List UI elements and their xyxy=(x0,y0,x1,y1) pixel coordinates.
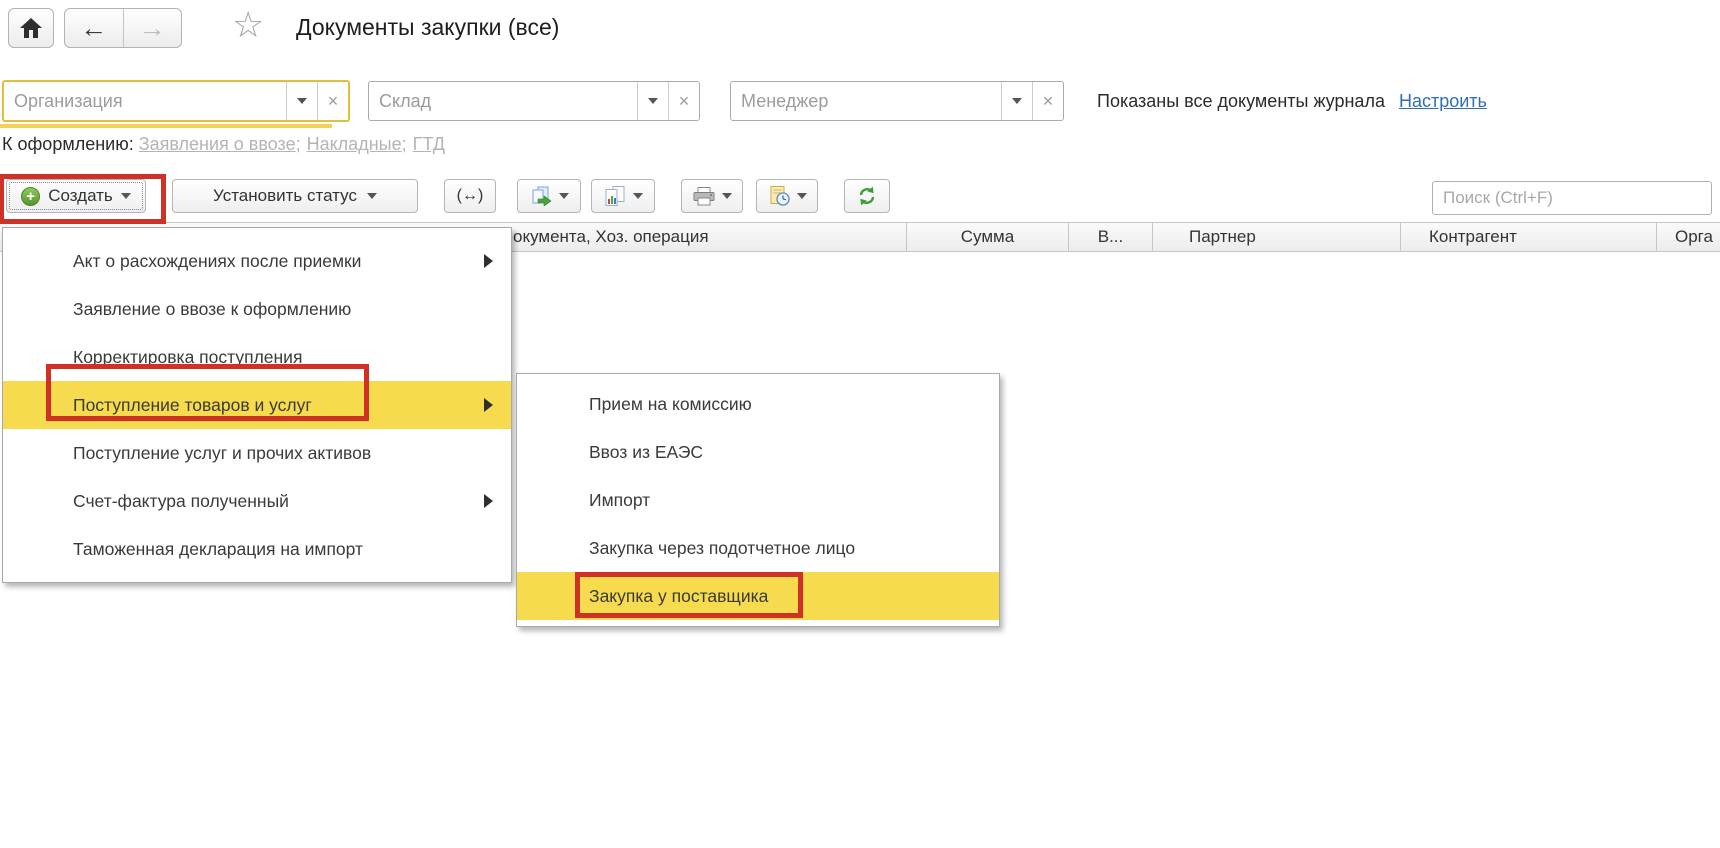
pending-row: К оформлению: Заявления о ввозе; Накладн… xyxy=(2,131,445,157)
history-nav-group: ← → xyxy=(64,8,182,48)
menu-item-label: Таможенная декларация на импорт xyxy=(73,539,363,560)
menu-item-label: Поступление услуг и прочих активов xyxy=(73,443,371,464)
refresh-button[interactable] xyxy=(844,179,890,213)
separator: ; xyxy=(296,134,301,155)
menu-item-label: Счет-фактура полученный xyxy=(73,491,289,512)
manager-dropdown-button[interactable] xyxy=(1001,82,1032,120)
chevron-down-icon xyxy=(797,193,807,199)
column-header-contractor[interactable]: Контрагент xyxy=(1401,223,1657,251)
menu-item-label: Корректировка поступления xyxy=(73,347,302,368)
chevron-down-icon xyxy=(1012,98,1022,104)
menu-item-services-other-assets[interactable]: Поступление услуг и прочих активов xyxy=(3,429,511,477)
submenu-item-import[interactable]: Импорт xyxy=(517,476,999,524)
column-header-partner[interactable]: Партнер xyxy=(1153,223,1401,251)
submenu-item-accountable-person[interactable]: Закупка через подотчетное лицо xyxy=(517,524,999,572)
journal-status: Показаны все документы журнала Настроить xyxy=(1097,81,1487,121)
forward-button[interactable]: → xyxy=(123,9,181,47)
create-based-on-button[interactable] xyxy=(517,179,581,213)
separator: ; xyxy=(402,134,407,155)
chevron-down-icon xyxy=(633,193,643,199)
menu-item-label: Закупка у поставщика xyxy=(589,586,768,607)
home-icon xyxy=(20,18,42,38)
favorite-star-icon[interactable]: ☆ xyxy=(232,4,264,46)
pending-link-gtd[interactable]: ГТД xyxy=(413,134,445,155)
submenu-item-eaeu-import[interactable]: Ввоз из ЕАЭС xyxy=(517,428,999,476)
create-menu: Акт о расхождениях после приемки Заявлен… xyxy=(2,227,512,583)
column-header-organization[interactable]: Орга xyxy=(1657,223,1720,251)
chevron-down-icon xyxy=(559,193,569,199)
manager-clear-button[interactable]: × xyxy=(1032,82,1063,120)
menu-item-discrepancy-act[interactable]: Акт о расхождениях после приемки xyxy=(3,237,511,285)
menu-item-label: Закупка через подотчетное лицо xyxy=(589,538,855,559)
submenu-arrow-icon xyxy=(484,254,493,268)
menu-item-customs-declaration[interactable]: Таможенная декларация на импорт xyxy=(3,525,511,573)
menu-item-label: Импорт xyxy=(589,490,650,511)
printer-icon xyxy=(693,187,715,206)
period-interval-icon: (↔) xyxy=(457,187,484,205)
plus-icon: + xyxy=(21,187,40,206)
clear-icon: × xyxy=(328,92,339,110)
reports-icon xyxy=(604,186,626,206)
manager-placeholder[interactable]: Менеджер xyxy=(731,82,1001,120)
create-submenu: Прием на комиссию Ввоз из ЕАЭС Импорт За… xyxy=(516,373,1000,627)
journal-status-text: Показаны все документы журнала xyxy=(1097,91,1385,112)
menu-item-goods-services-receipt[interactable]: Поступление товаров и услуг xyxy=(3,381,511,429)
menu-item-label: Ввоз из ЕАЭС xyxy=(589,442,703,463)
warehouse-filter[interactable]: Склад × xyxy=(368,81,700,121)
clear-icon: × xyxy=(1043,92,1054,110)
organization-dropdown-button[interactable] xyxy=(286,82,317,120)
organization-clear-button[interactable]: × xyxy=(317,82,348,120)
organization-filter[interactable]: Организация × xyxy=(2,80,350,122)
search-box xyxy=(1432,181,1712,215)
menu-item-invoice-received[interactable]: Счет-фактура полученный xyxy=(3,477,511,525)
manager-filter[interactable]: Менеджер × xyxy=(730,81,1064,121)
page-title: Документы закупки (все) xyxy=(296,14,559,41)
home-button[interactable] xyxy=(8,8,54,48)
column-header-sum[interactable]: Сумма xyxy=(907,223,1069,251)
back-button[interactable]: ← xyxy=(65,9,123,47)
focus-underline xyxy=(0,124,332,128)
menu-item-label: Прием на комиссию xyxy=(589,394,752,415)
chevron-down-icon xyxy=(722,193,732,199)
warehouse-clear-button[interactable]: × xyxy=(668,82,699,120)
chevron-down-icon xyxy=(121,193,131,199)
submenu-item-commission[interactable]: Прием на комиссию xyxy=(517,380,999,428)
menu-item-label: Акт о расхождениях после приемки xyxy=(73,251,361,272)
menu-item-receipt-correction[interactable]: Корректировка поступления xyxy=(3,333,511,381)
reports-button[interactable] xyxy=(591,179,655,213)
column-header-currency[interactable]: В... xyxy=(1069,223,1153,251)
create-button-label: Создать xyxy=(48,186,113,206)
create-based-on-icon xyxy=(530,186,552,206)
configure-link[interactable]: Настроить xyxy=(1399,91,1487,112)
refresh-icon xyxy=(857,186,877,206)
set-status-label: Установить статус xyxy=(213,186,357,206)
forward-icon: → xyxy=(139,13,166,44)
search-input[interactable] xyxy=(1433,182,1711,214)
menu-item-import-application[interactable]: Заявление о ввозе к оформлению xyxy=(3,285,511,333)
chevron-down-icon xyxy=(648,98,658,104)
warehouse-dropdown-button[interactable] xyxy=(637,82,668,120)
pending-label: К оформлению: xyxy=(2,134,134,155)
clear-icon: × xyxy=(679,92,690,110)
edo-documents-button[interactable] xyxy=(756,179,818,213)
document-clock-icon xyxy=(768,186,790,206)
chevron-down-icon xyxy=(297,98,307,104)
pending-link-import-applications[interactable]: Заявления о ввозе xyxy=(139,134,296,155)
app-window: ← → ☆ Документы закупки (все) Организаци… xyxy=(0,0,1720,848)
organization-placeholder[interactable]: Организация xyxy=(4,82,286,120)
submenu-arrow-icon xyxy=(484,494,493,508)
chevron-down-icon xyxy=(367,193,377,199)
print-button[interactable] xyxy=(681,179,743,213)
pending-link-waybills[interactable]: Накладные xyxy=(307,134,402,155)
back-icon: ← xyxy=(80,13,107,44)
menu-item-label: Заявление о ввозе к оформлению xyxy=(73,299,351,320)
submenu-item-purchase-from-supplier[interactable]: Закупка у поставщика xyxy=(517,572,999,620)
set-status-button[interactable]: Установить статус xyxy=(172,179,418,213)
set-period-button[interactable]: (↔) xyxy=(444,179,496,213)
warehouse-placeholder[interactable]: Склад xyxy=(369,82,637,120)
menu-item-label: Поступление товаров и услуг xyxy=(73,395,312,416)
create-button[interactable]: + Создать xyxy=(6,179,146,213)
submenu-arrow-icon xyxy=(484,398,493,412)
